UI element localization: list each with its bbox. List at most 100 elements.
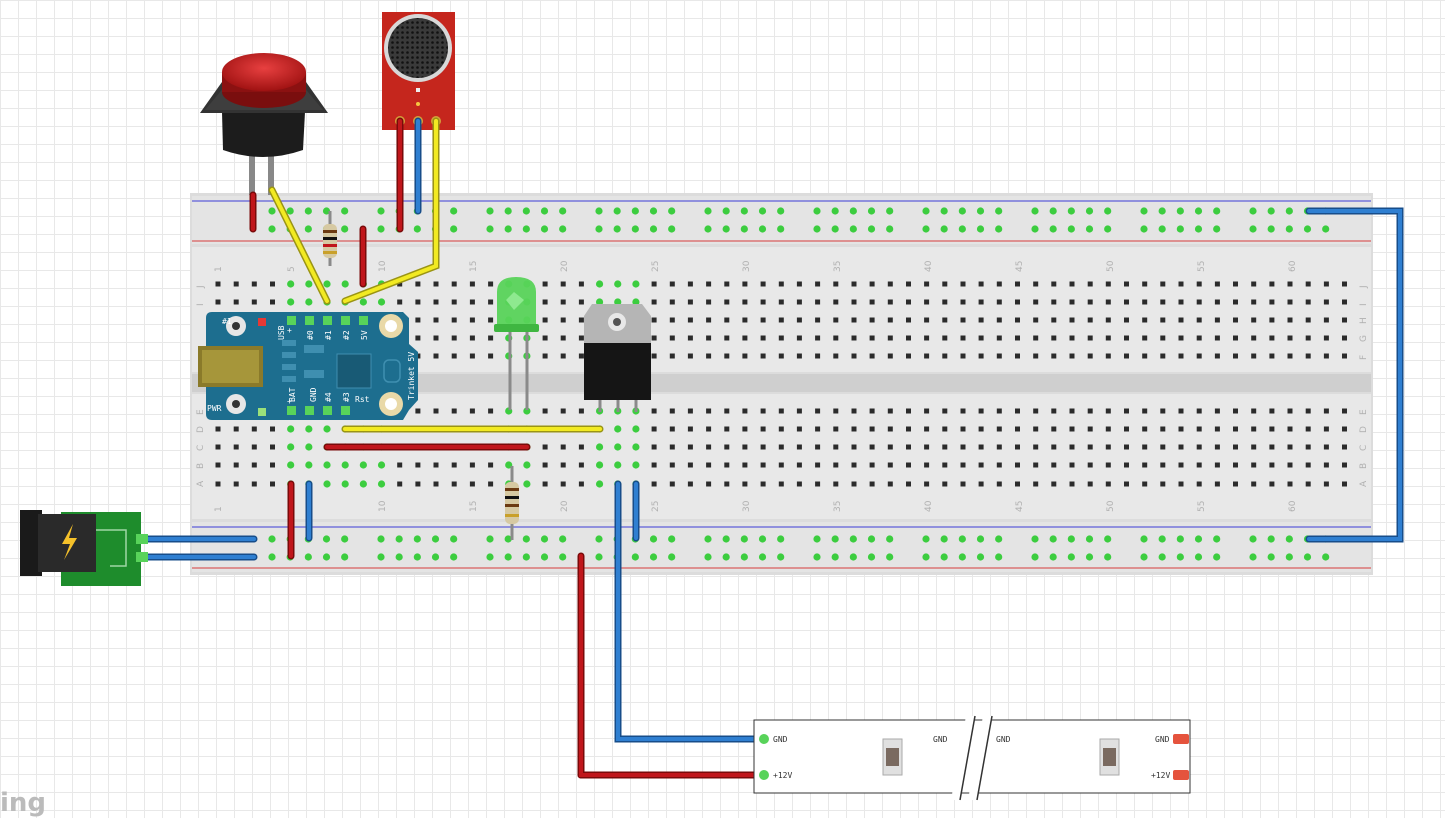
breadboard-hole[interactable] bbox=[760, 353, 766, 359]
breadboard-hole[interactable] bbox=[1214, 281, 1220, 287]
breadboard-hole[interactable] bbox=[1323, 353, 1329, 359]
breadboard-hole[interactable] bbox=[1305, 444, 1311, 450]
breadboard-hole[interactable] bbox=[687, 462, 693, 468]
breadboard-hole[interactable] bbox=[1214, 317, 1220, 323]
breadboard-hole[interactable] bbox=[488, 281, 494, 287]
breadboard-hole[interactable] bbox=[687, 426, 693, 432]
breadboard-hole[interactable] bbox=[542, 335, 548, 341]
breadboard-hole[interactable] bbox=[1160, 426, 1166, 432]
breadboard-hole[interactable] bbox=[1069, 444, 1075, 450]
breadboard-hole[interactable] bbox=[469, 408, 475, 414]
breadboard-hole[interactable] bbox=[1069, 281, 1075, 287]
breadboard-hole[interactable] bbox=[1124, 426, 1129, 432]
breadboard-hole[interactable] bbox=[251, 444, 257, 450]
breadboard-hole[interactable] bbox=[1015, 444, 1020, 450]
breadboard-hole[interactable] bbox=[742, 444, 748, 450]
breadboard-hole[interactable] bbox=[724, 353, 730, 359]
breadboard-hole[interactable] bbox=[760, 481, 766, 487]
breadboard-hole[interactable] bbox=[1033, 481, 1039, 487]
breadboard-hole[interactable] bbox=[542, 444, 548, 450]
breadboard-hole[interactable] bbox=[1105, 317, 1111, 323]
breadboard-hole[interactable] bbox=[906, 444, 911, 450]
breadboard-hole[interactable] bbox=[996, 408, 1002, 414]
breadboard-hole[interactable] bbox=[924, 462, 930, 468]
breadboard-hole[interactable] bbox=[669, 426, 675, 432]
breadboard-hole[interactable] bbox=[724, 426, 730, 432]
breadboard-hole[interactable] bbox=[488, 317, 494, 323]
breadboard-hole[interactable] bbox=[415, 317, 421, 323]
breadboard-hole[interactable] bbox=[1033, 408, 1039, 414]
breadboard-hole[interactable] bbox=[1069, 481, 1075, 487]
breadboard-hole[interactable] bbox=[542, 462, 548, 468]
breadboard-hole[interactable] bbox=[669, 299, 675, 305]
breadboard-hole[interactable] bbox=[1033, 462, 1039, 468]
breadboard-hole[interactable] bbox=[488, 335, 494, 341]
breadboard-hole[interactable] bbox=[1160, 353, 1166, 359]
breadboard-hole[interactable] bbox=[542, 299, 548, 305]
breadboard-hole[interactable] bbox=[669, 481, 675, 487]
breadboard-hole[interactable] bbox=[1342, 408, 1347, 414]
breadboard-hole[interactable] bbox=[1214, 426, 1220, 432]
breadboard-hole[interactable] bbox=[760, 462, 766, 468]
breadboard-hole[interactable] bbox=[1214, 444, 1220, 450]
breadboard-hole[interactable] bbox=[1269, 462, 1275, 468]
breadboard-hole[interactable] bbox=[760, 444, 766, 450]
breadboard-hole[interactable] bbox=[687, 353, 693, 359]
breadboard-hole[interactable] bbox=[796, 481, 802, 487]
breadboard-hole[interactable] bbox=[1342, 317, 1347, 323]
breadboard-hole[interactable] bbox=[469, 462, 475, 468]
breadboard-hole[interactable] bbox=[1269, 317, 1275, 323]
breadboard-hole[interactable] bbox=[851, 444, 857, 450]
breadboard-hole[interactable] bbox=[1105, 481, 1111, 487]
breadboard-hole[interactable] bbox=[1051, 335, 1057, 341]
breadboard-hole[interactable] bbox=[687, 335, 693, 341]
breadboard-hole[interactable] bbox=[560, 299, 566, 305]
breadboard-hole[interactable] bbox=[1233, 462, 1238, 468]
breadboard-hole[interactable] bbox=[942, 444, 948, 450]
breadboard-hole[interactable] bbox=[1087, 335, 1093, 341]
breadboard-hole[interactable] bbox=[869, 281, 875, 287]
breadboard-hole[interactable] bbox=[1142, 481, 1148, 487]
breadboard-hole[interactable] bbox=[833, 481, 839, 487]
breadboard-hole[interactable] bbox=[1251, 481, 1257, 487]
breadboard-hole[interactable] bbox=[978, 335, 984, 341]
breadboard-hole[interactable] bbox=[833, 317, 839, 323]
breadboard-hole[interactable] bbox=[397, 481, 403, 487]
breadboard-hole[interactable] bbox=[742, 353, 748, 359]
breadboard-hole[interactable] bbox=[778, 426, 784, 432]
breadboard-hole[interactable] bbox=[233, 481, 239, 487]
breadboard-hole[interactable] bbox=[1196, 408, 1202, 414]
breadboard-hole[interactable] bbox=[706, 281, 712, 287]
breadboard-hole[interactable] bbox=[1015, 353, 1020, 359]
breadboard-hole[interactable] bbox=[906, 462, 911, 468]
breadboard-hole[interactable] bbox=[1305, 317, 1311, 323]
breadboard-hole[interactable] bbox=[542, 353, 548, 359]
breadboard-hole[interactable] bbox=[1342, 353, 1347, 359]
breadboard-hole[interactable] bbox=[815, 317, 821, 323]
breadboard-hole[interactable] bbox=[1233, 281, 1238, 287]
breadboard-hole[interactable] bbox=[1342, 481, 1347, 487]
breadboard-hole[interactable] bbox=[978, 353, 984, 359]
breadboard-hole[interactable] bbox=[469, 281, 475, 287]
breadboard-hole[interactable] bbox=[1160, 408, 1166, 414]
breadboard-hole[interactable] bbox=[760, 408, 766, 414]
breadboard-hole[interactable] bbox=[815, 462, 821, 468]
breadboard-hole[interactable] bbox=[560, 444, 566, 450]
breadboard-hole[interactable] bbox=[978, 426, 984, 432]
breadboard-hole[interactable] bbox=[706, 426, 712, 432]
breadboard-hole[interactable] bbox=[924, 317, 930, 323]
breadboard-hole[interactable] bbox=[397, 299, 403, 305]
breadboard-hole[interactable] bbox=[270, 299, 275, 305]
breadboard-hole[interactable] bbox=[960, 335, 966, 341]
breadboard-hole[interactable] bbox=[924, 426, 930, 432]
breadboard-hole[interactable] bbox=[1269, 335, 1275, 341]
breadboard-hole[interactable] bbox=[233, 281, 239, 287]
breadboard-hole[interactable] bbox=[1214, 408, 1220, 414]
breadboard-hole[interactable] bbox=[1196, 426, 1202, 432]
breadboard-hole[interactable] bbox=[869, 426, 875, 432]
breadboard-hole[interactable] bbox=[1233, 408, 1238, 414]
breadboard-hole[interactable] bbox=[1323, 444, 1329, 450]
breadboard-hole[interactable] bbox=[796, 353, 802, 359]
breadboard-hole[interactable] bbox=[742, 408, 748, 414]
breadboard-hole[interactable] bbox=[851, 462, 857, 468]
